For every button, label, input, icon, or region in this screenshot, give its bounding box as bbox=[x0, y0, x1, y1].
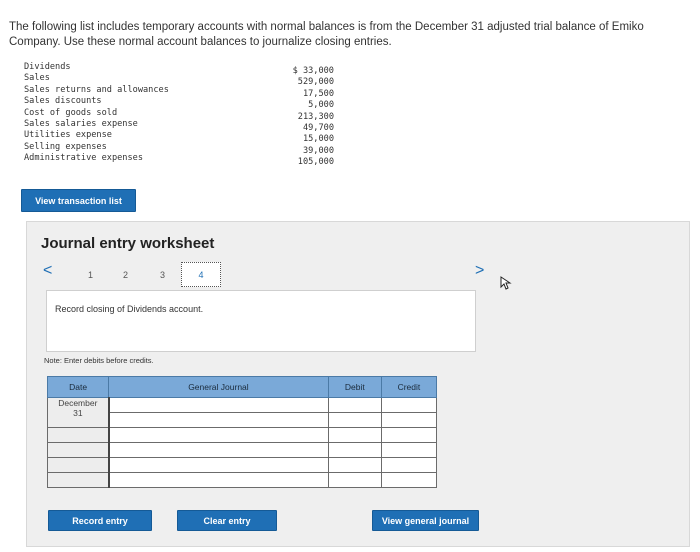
account-names-list: Dividends Sales Sales returns and allowa… bbox=[24, 62, 169, 165]
account-name: Selling expenses bbox=[24, 141, 107, 152]
step-4-label: 4 bbox=[198, 269, 204, 280]
credit-column-header: Credit bbox=[380, 376, 438, 398]
account-name: Sales discounts bbox=[24, 96, 102, 107]
entry-description: Record closing of Dividends account. bbox=[55, 304, 204, 314]
general-journal-column-header: General Journal bbox=[108, 376, 329, 398]
date-column-header: Date bbox=[46, 376, 110, 398]
account-name: Sales returns and allowances bbox=[24, 84, 169, 95]
instructions-text: The following list includes temporary ac… bbox=[9, 21, 644, 48]
debit-input[interactable] bbox=[327, 442, 382, 458]
mouse-cursor-icon bbox=[500, 276, 512, 290]
date-cell bbox=[46, 457, 110, 473]
view-general-journal-button[interactable]: View general journal bbox=[372, 510, 479, 531]
account-amount: 529,000 bbox=[297, 77, 334, 88]
date-cell: December 31 bbox=[46, 397, 110, 428]
previous-arrow-icon[interactable]: < bbox=[43, 262, 52, 280]
next-arrow-icon[interactable]: > bbox=[475, 262, 484, 280]
table-row bbox=[46, 457, 438, 473]
debit-column-header: Debit bbox=[327, 376, 382, 398]
table-row bbox=[46, 472, 438, 488]
view-transaction-list-button[interactable]: View transaction list bbox=[21, 189, 136, 212]
credit-input[interactable] bbox=[380, 442, 438, 458]
worksheet-title: Journal entry worksheet bbox=[41, 235, 215, 252]
account-amount: 49,700 bbox=[302, 122, 334, 133]
account-name: Administrative expenses bbox=[24, 153, 143, 164]
account-name: Cost of goods sold bbox=[24, 107, 118, 118]
account-name: Sales bbox=[24, 73, 50, 84]
debit-input[interactable] bbox=[327, 397, 382, 413]
account-input[interactable] bbox=[107, 427, 329, 443]
credit-input[interactable] bbox=[380, 412, 438, 428]
journal-table: Date General Journal Debit Credit Decemb… bbox=[46, 376, 438, 488]
date-month: December bbox=[58, 398, 98, 408]
account-amount: 5,000 bbox=[308, 100, 334, 111]
account-input[interactable] bbox=[107, 412, 329, 428]
record-entry-button[interactable]: Record entry bbox=[48, 510, 152, 531]
date-cell bbox=[46, 442, 110, 458]
account-amount: 213,300 bbox=[297, 111, 334, 122]
account-input[interactable] bbox=[107, 442, 329, 458]
journal-entry-worksheet: Journal entry worksheet < 1 2 3 4 > Reco… bbox=[26, 221, 690, 547]
account-amount: 105,000 bbox=[297, 157, 334, 168]
debit-input[interactable] bbox=[327, 412, 382, 428]
account-name: Dividends bbox=[24, 62, 71, 72]
date-cell bbox=[46, 472, 110, 488]
date-day: 31 bbox=[73, 408, 83, 418]
credit-input[interactable] bbox=[380, 397, 438, 413]
account-name: Sales salaries expense bbox=[24, 118, 138, 129]
debit-input[interactable] bbox=[327, 457, 382, 473]
account-name: Utilities expense bbox=[24, 130, 112, 141]
entry-description-box: Record closing of Dividends account. bbox=[46, 290, 476, 352]
step-3[interactable]: 3 bbox=[160, 270, 165, 280]
debit-input[interactable] bbox=[327, 427, 382, 443]
account-amount: 15,000 bbox=[302, 134, 334, 145]
account-input[interactable] bbox=[107, 457, 329, 473]
account-amount: $ 33,000 bbox=[292, 66, 334, 76]
account-input[interactable] bbox=[107, 472, 329, 488]
step-4-active[interactable]: 4 bbox=[181, 262, 221, 287]
step-2[interactable]: 2 bbox=[123, 270, 128, 280]
credit-input[interactable] bbox=[380, 472, 438, 488]
account-amount: 39,000 bbox=[302, 145, 334, 156]
table-row: December 31 bbox=[46, 397, 438, 428]
table-row bbox=[46, 442, 438, 458]
account-amounts-list: $ 33,000 529,000 17,500 5,000 213,300 49… bbox=[280, 66, 334, 169]
credit-input[interactable] bbox=[380, 427, 438, 443]
date-cell bbox=[46, 427, 110, 443]
step-1[interactable]: 1 bbox=[88, 270, 93, 280]
table-row bbox=[46, 427, 438, 443]
account-amount: 17,500 bbox=[302, 88, 334, 99]
clear-entry-button[interactable]: Clear entry bbox=[177, 510, 277, 531]
debit-input[interactable] bbox=[327, 472, 382, 488]
account-input[interactable] bbox=[107, 397, 329, 413]
note-text: Note: Enter debits before credits. bbox=[44, 356, 154, 365]
credit-input[interactable] bbox=[380, 457, 438, 473]
